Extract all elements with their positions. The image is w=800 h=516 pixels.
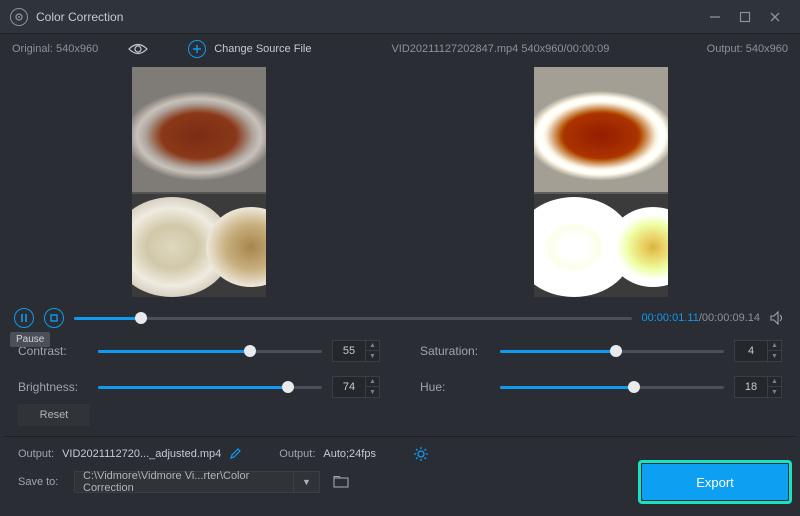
- output-settings-value: Auto;24fps: [323, 448, 376, 460]
- timecode: 00:00:01.11/00:00:09.14: [642, 312, 760, 324]
- hue-label: Hue:: [420, 380, 490, 394]
- maximize-button[interactable]: [730, 3, 760, 31]
- spinner-down-icon: ▼: [768, 351, 781, 361]
- hue-slider[interactable]: [500, 378, 724, 396]
- save-path-dropdown[interactable]: ▼: [294, 471, 320, 493]
- source-file-info: VID20211127202847.mp4 540x960/00:00:09: [391, 43, 609, 55]
- adjustment-sliders: Contrast: 55▲▼ Saturation: 4▲▼ Brightnes…: [0, 332, 800, 404]
- output-settings-label: Output:: [279, 448, 315, 460]
- volume-icon[interactable]: [770, 311, 786, 325]
- toggle-preview-icon[interactable]: [128, 42, 148, 56]
- contrast-spinner[interactable]: 55▲▼: [332, 340, 380, 362]
- brightness-row: Brightness: 74▲▼: [18, 376, 380, 398]
- current-time: 00:00:01.11: [642, 312, 699, 324]
- spinner-up-icon: ▲: [366, 377, 379, 387]
- stop-button[interactable]: [44, 308, 64, 328]
- window-title: Color Correction: [36, 10, 123, 24]
- pause-tooltip: Pause: [10, 332, 50, 347]
- minimize-button[interactable]: [700, 3, 730, 31]
- hue-row: Hue: 18▲▼: [420, 376, 782, 398]
- pause-button[interactable]: [14, 308, 34, 328]
- preview-row: [0, 64, 800, 300]
- export-button[interactable]: Export: [642, 464, 788, 500]
- brightness-label: Brightness:: [18, 380, 88, 394]
- info-toolbar: Original: 540x960 Change Source File VID…: [0, 34, 800, 64]
- save-to-label: Save to:: [18, 476, 74, 488]
- output-settings-icon[interactable]: [414, 447, 428, 461]
- rename-icon[interactable]: [229, 448, 241, 460]
- spinner-down-icon: ▼: [366, 351, 379, 361]
- saturation-slider[interactable]: [500, 342, 724, 360]
- open-folder-button[interactable]: [328, 471, 354, 493]
- output-file-row: Output: VID2021112720..._adjusted.mp4 Ou…: [0, 437, 800, 467]
- add-source-icon[interactable]: [188, 40, 206, 58]
- hue-spinner[interactable]: 18▲▼: [734, 376, 782, 398]
- saturation-row: Saturation: 4▲▼: [420, 340, 782, 362]
- original-dimensions-label: Original: 540x960: [12, 43, 98, 55]
- save-path-field[interactable]: C:\Vidmore\Vidmore Vi...rter\Color Corre…: [74, 471, 294, 493]
- adjusted-preview: [534, 67, 668, 297]
- saturation-label: Saturation:: [420, 344, 490, 358]
- playback-controls: 00:00:01.11/00:00:09.14: [0, 300, 800, 332]
- brightness-spinner[interactable]: 74▲▼: [332, 376, 380, 398]
- output-file-label: Output:: [18, 448, 54, 460]
- contrast-row: Contrast: 55▲▼: [18, 340, 380, 362]
- total-time: 00:00:09.14: [702, 312, 760, 324]
- spinner-up-icon: ▲: [366, 341, 379, 351]
- spinner-up-icon: ▲: [768, 341, 781, 351]
- close-button[interactable]: [760, 3, 790, 31]
- output-dimensions-label: Output: 540x960: [707, 43, 788, 55]
- change-source-link[interactable]: Change Source File: [214, 43, 311, 55]
- app-icon: [10, 8, 28, 26]
- brightness-slider[interactable]: [98, 378, 322, 396]
- original-preview: [132, 67, 266, 297]
- output-file-name: VID2021112720..._adjusted.mp4: [62, 448, 221, 460]
- saturation-spinner[interactable]: 4▲▼: [734, 340, 782, 362]
- reset-button[interactable]: Reset: [18, 404, 90, 426]
- titlebar: Color Correction: [0, 0, 800, 34]
- spinner-down-icon: ▼: [366, 387, 379, 397]
- seek-slider[interactable]: [74, 308, 632, 328]
- spinner-down-icon: ▼: [768, 387, 781, 397]
- spinner-up-icon: ▲: [768, 377, 781, 387]
- contrast-slider[interactable]: [98, 342, 322, 360]
